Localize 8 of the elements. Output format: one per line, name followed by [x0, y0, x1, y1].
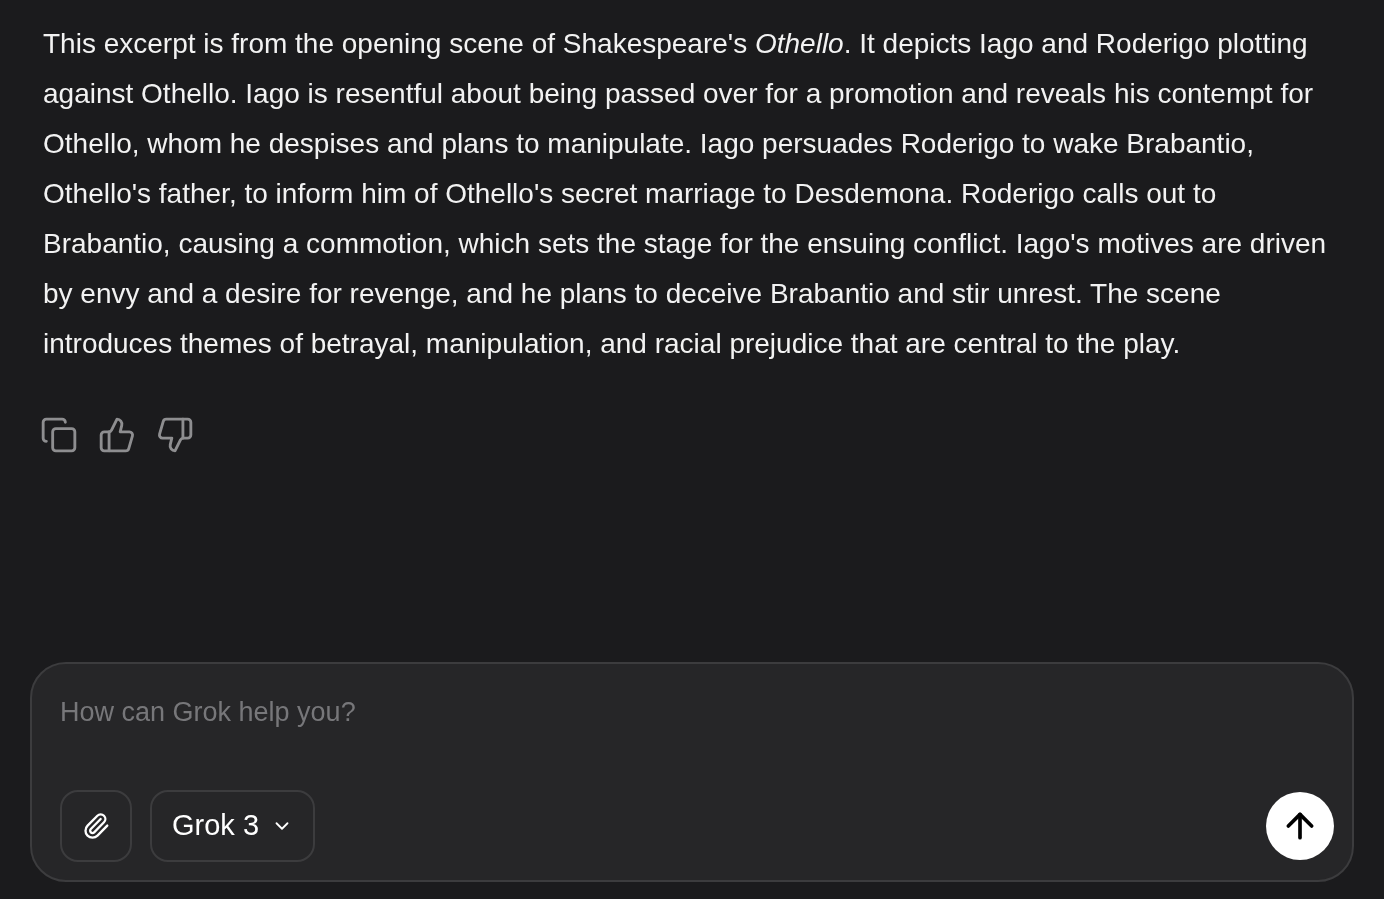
paperclip-icon [82, 812, 110, 840]
thumbs-down-icon[interactable] [156, 416, 194, 454]
response-text: This excerpt is from the opening scene of Shakespeare's Othello. It depicts Iago and Roderigo plotting against Othello. Iago is resentful about being passed over for a promotion and reveals his contempt for Othello, whom he despises and plans to manipulate. Iago persuades Roderigo to wake Brabantio, Othello's father, to inform him of Othello's secret marriage to Desdemona. Roderigo calls out to Brabantio, causing a commotion, which sets the stage for the ensuing conflict. Iago's motives are driven by envy and a desire for revenge, and he plans to deceive Brabantio and stir unrest. The scene introduces themes of betrayal, manipulation, and racial prejudice that are central to the play. [43, 27, 1328, 361]
message-input[interactable]: How can Grok help you? [60, 692, 1324, 733]
copy-icon[interactable] [40, 416, 78, 454]
attach-button[interactable] [60, 790, 132, 862]
model-selector[interactable]: Grok 3 [150, 790, 316, 862]
thumbs-up-icon[interactable] [98, 416, 136, 454]
